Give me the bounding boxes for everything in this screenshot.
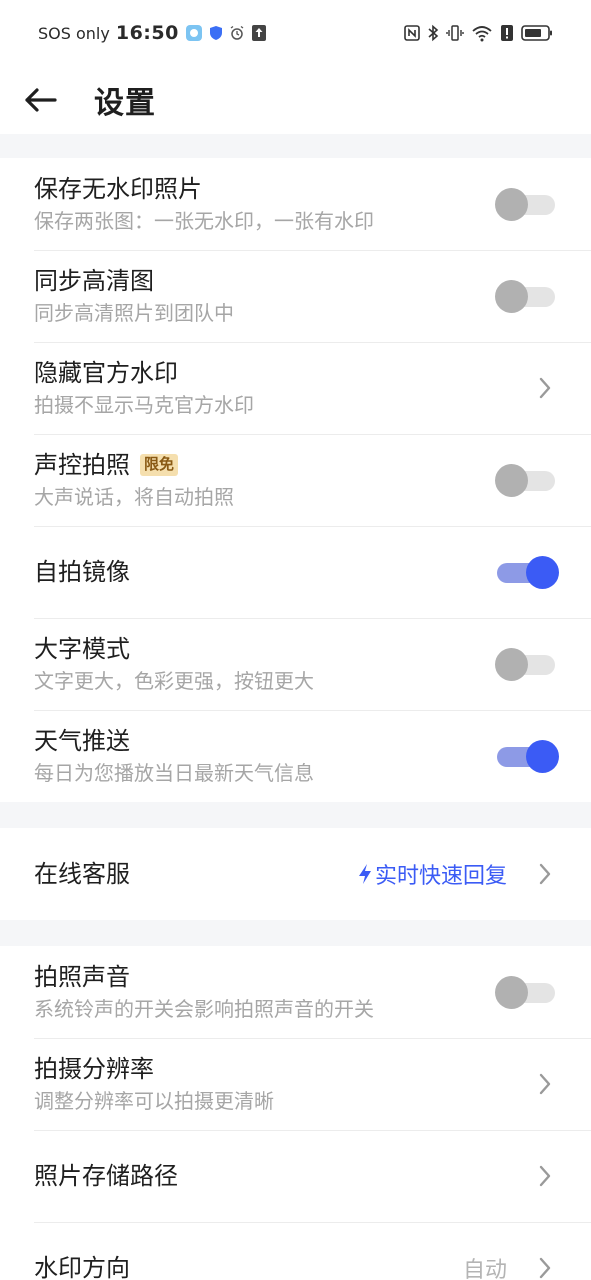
app-header: 设置 — [0, 66, 591, 134]
section-gap — [0, 134, 591, 158]
setting-row-online-service[interactable]: 在线客服 实时快速回复 — [0, 828, 591, 920]
shutter-sound-toggle[interactable] — [495, 975, 557, 1009]
lightning-icon — [358, 864, 371, 884]
settings-section-general: 保存无水印照片 保存两张图：一张无水印，一张有水印 同步高清图 同步高清照片到团… — [0, 158, 591, 802]
sync-hd-toggle[interactable] — [495, 279, 557, 313]
settings-section-camera: 拍照声音 系统铃声的开关会影响拍照声音的开关 拍摄分辨率 调整分辨率可以拍摄更清… — [0, 946, 591, 1280]
setting-subtitle: 调整分辨率可以拍摄更清晰 — [34, 1089, 274, 1114]
battery-icon — [521, 24, 553, 42]
selfie-mirror-toggle[interactable] — [495, 555, 559, 589]
save-no-watermark-toggle[interactable] — [495, 187, 557, 221]
setting-subtitle: 每日为您播放当日最新天气信息 — [34, 761, 314, 786]
alarm-icon — [229, 25, 245, 41]
back-button[interactable] — [22, 82, 58, 118]
setting-row-resolution[interactable]: 拍摄分辨率 调整分辨率可以拍摄更清晰 — [0, 1038, 591, 1130]
status-left: SOS only 16:50 — [38, 22, 267, 44]
setting-row-large-text[interactable]: 大字模式 文字更大，色彩更强，按钮更大 — [0, 618, 591, 710]
vibrate-icon — [446, 24, 464, 42]
section-gap — [0, 802, 591, 828]
limited-free-badge: 限免 — [140, 454, 179, 476]
settings-section-support: 在线客服 实时快速回复 — [0, 828, 591, 920]
clock: 16:50 — [115, 22, 179, 44]
chevron-right-icon — [535, 1071, 555, 1097]
chevron-right-icon — [535, 1163, 555, 1189]
setting-row-storage-path[interactable]: 照片存储路径 — [0, 1130, 591, 1222]
carrier-text: SOS only — [38, 23, 110, 43]
setting-row-shutter-sound[interactable]: 拍照声音 系统铃声的开关会影响拍照声音的开关 — [0, 946, 591, 1038]
setting-subtitle: 大声说话，将自动拍照 — [34, 485, 234, 510]
setting-row-save-no-watermark[interactable]: 保存无水印照片 保存两张图：一张无水印，一张有水印 — [0, 158, 591, 250]
chevron-right-icon — [535, 1255, 555, 1280]
setting-title: 拍摄分辨率 — [34, 1054, 154, 1083]
watermark-direction-value: 自动 — [462, 1258, 507, 1280]
online-service-value: 实时快速回复 — [357, 858, 507, 890]
upload-notification-icon — [251, 24, 267, 42]
setting-row-weather-push[interactable]: 天气推送 每日为您播放当日最新天气信息 — [0, 710, 591, 802]
wifi-icon — [471, 24, 493, 42]
setting-title: 保存无水印照片 — [34, 174, 202, 203]
setting-title: 天气推送 — [34, 726, 130, 755]
setting-subtitle: 文字更大，色彩更强，按钮更大 — [34, 669, 314, 694]
setting-title: 拍照声音 — [34, 962, 130, 991]
setting-title: 同步高清图 — [34, 266, 154, 295]
shield-icon — [209, 25, 223, 41]
setting-row-hide-official-watermark[interactable]: 隐藏官方水印 拍摄不显示马克官方水印 — [0, 342, 591, 434]
setting-row-sync-hd[interactable]: 同步高清图 同步高清照片到团队中 — [0, 250, 591, 342]
setting-title: 在线客服 — [34, 859, 130, 888]
online-service-value-text: 实时快速回复 — [374, 864, 507, 889]
section-gap — [0, 920, 591, 946]
status-right — [404, 24, 553, 42]
setting-title: 照片存储路径 — [34, 1161, 178, 1190]
app-notification-icon — [185, 24, 203, 42]
large-text-toggle[interactable] — [495, 647, 557, 681]
page-title: 设置 — [94, 86, 156, 121]
setting-row-selfie-mirror[interactable]: 自拍镜像 — [0, 526, 591, 618]
setting-title: 声控拍照 — [34, 450, 130, 479]
setting-row-watermark-direction[interactable]: 水印方向 自动 — [0, 1222, 591, 1280]
setting-title: 隐藏官方水印 — [34, 358, 178, 387]
setting-title: 大字模式 — [34, 634, 130, 663]
setting-title: 自拍镜像 — [34, 557, 130, 586]
voice-capture-toggle[interactable] — [495, 463, 557, 497]
setting-row-voice-capture[interactable]: 声控拍照 限免 大声说话，将自动拍照 — [0, 434, 591, 526]
setting-title: 水印方向 — [34, 1253, 130, 1280]
arrow-left-icon — [25, 88, 57, 112]
setting-subtitle: 保存两张图：一张无水印，一张有水印 — [34, 209, 374, 234]
status-bar: SOS only 16:50 — [0, 0, 591, 66]
setting-subtitle: 系统铃声的开关会影响拍照声音的开关 — [34, 997, 374, 1022]
chevron-right-icon — [535, 375, 555, 401]
setting-subtitle: 拍摄不显示马克官方水印 — [34, 393, 254, 418]
bluetooth-icon — [427, 24, 439, 42]
chevron-right-icon — [535, 861, 555, 887]
weather-push-toggle[interactable] — [495, 739, 559, 773]
nfc-icon — [404, 25, 420, 41]
alert-icon — [500, 24, 514, 42]
setting-subtitle: 同步高清照片到团队中 — [34, 301, 234, 326]
